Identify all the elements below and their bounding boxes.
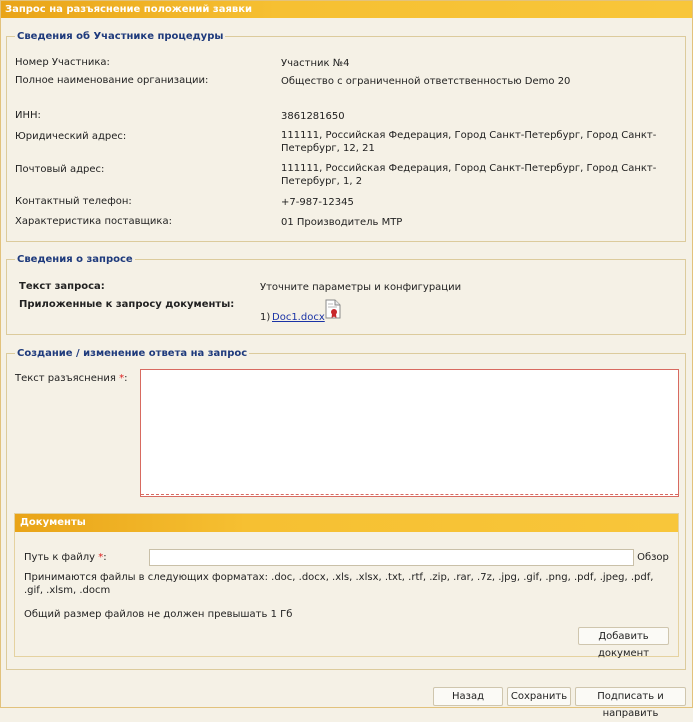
- supplier-type-label: Характеристика поставщика:: [15, 216, 172, 227]
- file-path-colon: :: [103, 552, 107, 563]
- supplier-type-value: 01 Производитель МТР: [281, 217, 403, 228]
- postal-address-label: Почтовый адрес:: [15, 164, 105, 175]
- answer-text-colon: :: [124, 373, 128, 384]
- phone-value: +7-987-12345: [281, 197, 354, 208]
- attached-docs-label: Приложенные к запросу документы:: [19, 299, 235, 310]
- participant-legend: Сведения об Участнике процедуры: [15, 30, 226, 43]
- file-path-label: Путь к файлу *:: [24, 552, 107, 563]
- answer-text-label: Текст разъяснения *:: [15, 373, 127, 384]
- doc-link[interactable]: Doc1.docx: [272, 311, 325, 324]
- answer-textarea[interactable]: [140, 369, 679, 497]
- doc-index: 1): [260, 312, 271, 323]
- documents-header: Документы: [15, 514, 678, 532]
- add-document-button[interactable]: Добавить документ: [578, 627, 669, 659]
- inn-label: ИНН:: [15, 110, 41, 121]
- request-text-value: Уточните параметры и конфигурации: [260, 282, 462, 293]
- answer-text-label-text: Текст разъяснения: [15, 373, 116, 384]
- org-name-value: Общество с ограниченной ответственностью…: [281, 76, 571, 87]
- save-button[interactable]: Сохранить: [507, 687, 571, 706]
- phone-label: Контактный телефон:: [15, 196, 132, 207]
- postal-address-value: 111111, Российская Федерация, Город Санк…: [281, 163, 657, 187]
- participant-number-value: Участник №4: [281, 58, 350, 69]
- org-name-label: Полное наименование организации:: [15, 75, 209, 86]
- sign-and-send-button[interactable]: Подписать и направить: [575, 687, 686, 719]
- file-path-label-text: Путь к файлу: [24, 552, 96, 563]
- request-text-label: Текст запроса:: [19, 281, 105, 292]
- request-window: Запрос на разъяснение положений заявки С…: [0, 0, 693, 719]
- file-path-input[interactable]: [149, 549, 634, 566]
- formats-note: Принимаются файлы в следующих форматах: …: [24, 572, 654, 596]
- window-title: Запрос на разъяснение положений заявки: [1, 1, 692, 18]
- legal-address-label: Юридический адрес:: [15, 131, 127, 142]
- back-button[interactable]: Назад: [433, 687, 503, 706]
- document-certificate-icon[interactable]: [325, 299, 341, 319]
- answer-legend: Создание / изменение ответа на запрос: [15, 347, 250, 360]
- browse-button[interactable]: Обзор: [636, 549, 670, 566]
- request-legend: Сведения о запросе: [15, 253, 135, 266]
- size-note: Общий размер файлов не должен превышать …: [24, 609, 293, 620]
- inn-value: 3861281650: [281, 111, 345, 122]
- request-section: Сведения о запросе: [6, 253, 686, 335]
- participant-number-label: Номер Участника:: [15, 57, 110, 68]
- legal-address-value: 111111, Российская Федерация, Город Санк…: [281, 130, 657, 154]
